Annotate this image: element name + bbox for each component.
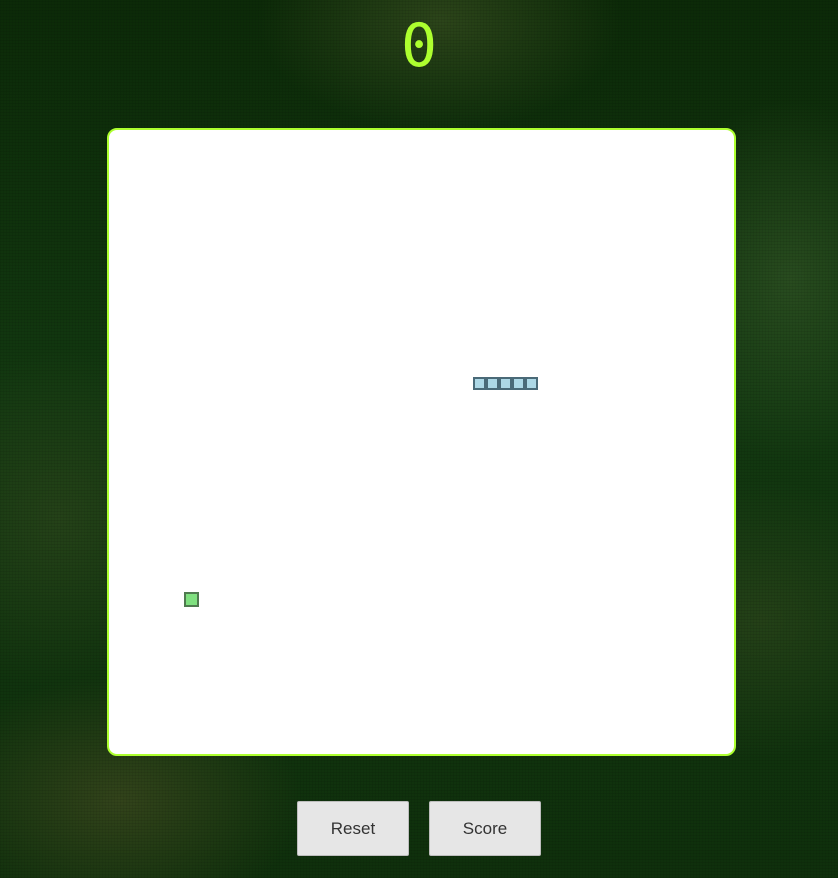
- game-board[interactable]: [107, 128, 736, 756]
- reset-button[interactable]: Reset: [297, 801, 409, 856]
- snake-segment: [512, 377, 525, 390]
- snake-segment: [499, 377, 512, 390]
- snake-segment: [525, 377, 538, 390]
- score-button[interactable]: Score: [429, 801, 541, 856]
- snake-segment: [473, 377, 486, 390]
- snake-segment: [486, 377, 499, 390]
- controls: Reset Score: [0, 801, 838, 856]
- score-display: 0: [400, 11, 438, 81]
- food-pellet: [184, 592, 199, 607]
